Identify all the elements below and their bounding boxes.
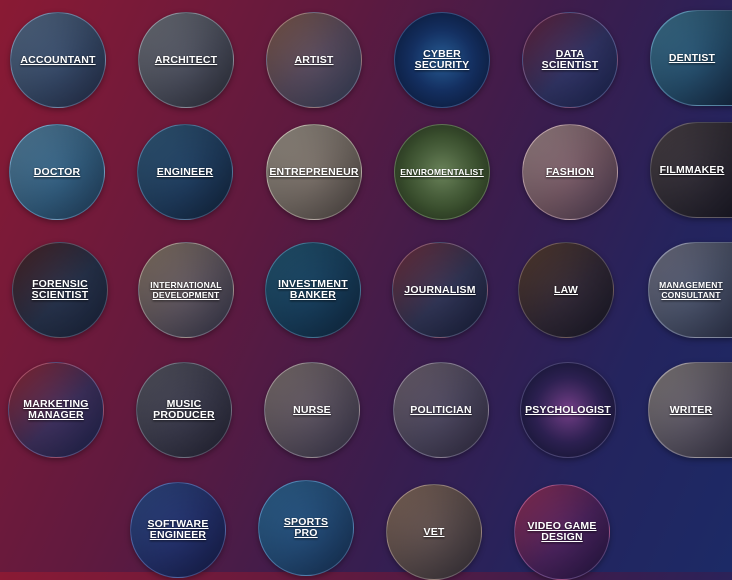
career-entrepreneur[interactable]: ENTREPRENEUR <box>266 124 362 220</box>
career-label: VET <box>423 525 445 538</box>
career-software-engineer[interactable]: SOFTWARE ENGINEER <box>130 482 226 578</box>
career-doctor[interactable]: DOCTOR <box>9 124 105 220</box>
career-label: DATA SCIENTIST <box>541 48 599 71</box>
career-artist[interactable]: ARTIST <box>266 12 362 108</box>
career-label: NURSE <box>293 403 331 416</box>
career-architect[interactable]: ARCHITECT <box>138 12 234 108</box>
career-label: ARCHITECT <box>154 53 218 66</box>
career-law[interactable]: LAW <box>518 242 614 338</box>
career-cyber-security[interactable]: CYBER SECURITY <box>394 12 490 108</box>
career-label: ENTREPRENEUR <box>269 165 359 178</box>
career-label: WRITER <box>669 403 713 416</box>
career-label: MUSIC PRODUCER <box>153 398 215 421</box>
career-journalism[interactable]: JOURNALISM <box>392 242 488 338</box>
career-international-development[interactable]: INTERNATIONAL DEVELOPMENT <box>138 242 234 338</box>
career-label: DOCTOR <box>33 165 81 178</box>
career-label: ARTIST <box>294 53 334 66</box>
career-label: JOURNALISM <box>404 283 476 296</box>
career-filmmaker[interactable]: FILMMAKER <box>650 122 732 218</box>
career-dentist[interactable]: DENTIST <box>650 10 732 106</box>
career-label: FORENSIC SCIENTIST <box>31 278 89 301</box>
career-label: DENTIST <box>668 51 716 64</box>
career-politician[interactable]: POLITICIAN <box>393 362 489 458</box>
career-psychologist[interactable]: PSYCHOLOGIST <box>520 362 616 458</box>
career-video-game-design[interactable]: VIDEO GAME DESIGN <box>514 484 610 580</box>
career-enviromentalist[interactable]: ENVIROMENTALIST <box>394 124 490 220</box>
career-investment-banker[interactable]: INVESTMENT BANKER <box>265 242 361 338</box>
career-sports-pro[interactable]: SPORTS PRO <box>258 480 354 576</box>
career-management-consultant[interactable]: MANAGEMENT CONSULTANT <box>648 242 732 338</box>
career-label: SPORTS PRO <box>283 516 329 539</box>
career-label: FILMMAKER <box>659 163 725 176</box>
career-label: INVESTMENT BANKER <box>278 278 348 301</box>
career-marketing-manager[interactable]: MARKETING MANAGER <box>8 362 104 458</box>
career-engineer[interactable]: ENGINEER <box>137 124 233 220</box>
career-vet[interactable]: VET <box>386 484 482 580</box>
career-nurse[interactable]: NURSE <box>264 362 360 458</box>
career-label: VIDEO GAME DESIGN <box>527 520 597 543</box>
career-forensic-scientist[interactable]: FORENSIC SCIENTIST <box>12 242 108 338</box>
career-label: ACCOUNTANT <box>20 53 96 66</box>
career-writer[interactable]: WRITER <box>648 362 732 458</box>
career-fashion[interactable]: FASHION <box>522 124 618 220</box>
career-music-producer[interactable]: MUSIC PRODUCER <box>136 362 232 458</box>
career-accountant[interactable]: ACCOUNTANT <box>10 12 106 108</box>
career-data-scientist[interactable]: DATA SCIENTIST <box>522 12 618 108</box>
career-label: CYBER SECURITY <box>414 48 470 71</box>
career-label: ENGINEER <box>156 165 214 178</box>
career-label: MANAGEMENT CONSULTANT <box>659 280 723 300</box>
career-label: MARKETING MANAGER <box>23 398 89 421</box>
career-label: ENVIROMENTALIST <box>400 167 484 177</box>
career-label: FASHION <box>545 165 595 178</box>
career-label: LAW <box>554 283 578 296</box>
career-label: PSYCHOLOGIST <box>525 403 611 416</box>
career-label: POLITICIAN <box>410 403 472 416</box>
career-label: SOFTWARE ENGINEER <box>147 518 209 541</box>
career-label: INTERNATIONAL DEVELOPMENT <box>150 280 222 300</box>
